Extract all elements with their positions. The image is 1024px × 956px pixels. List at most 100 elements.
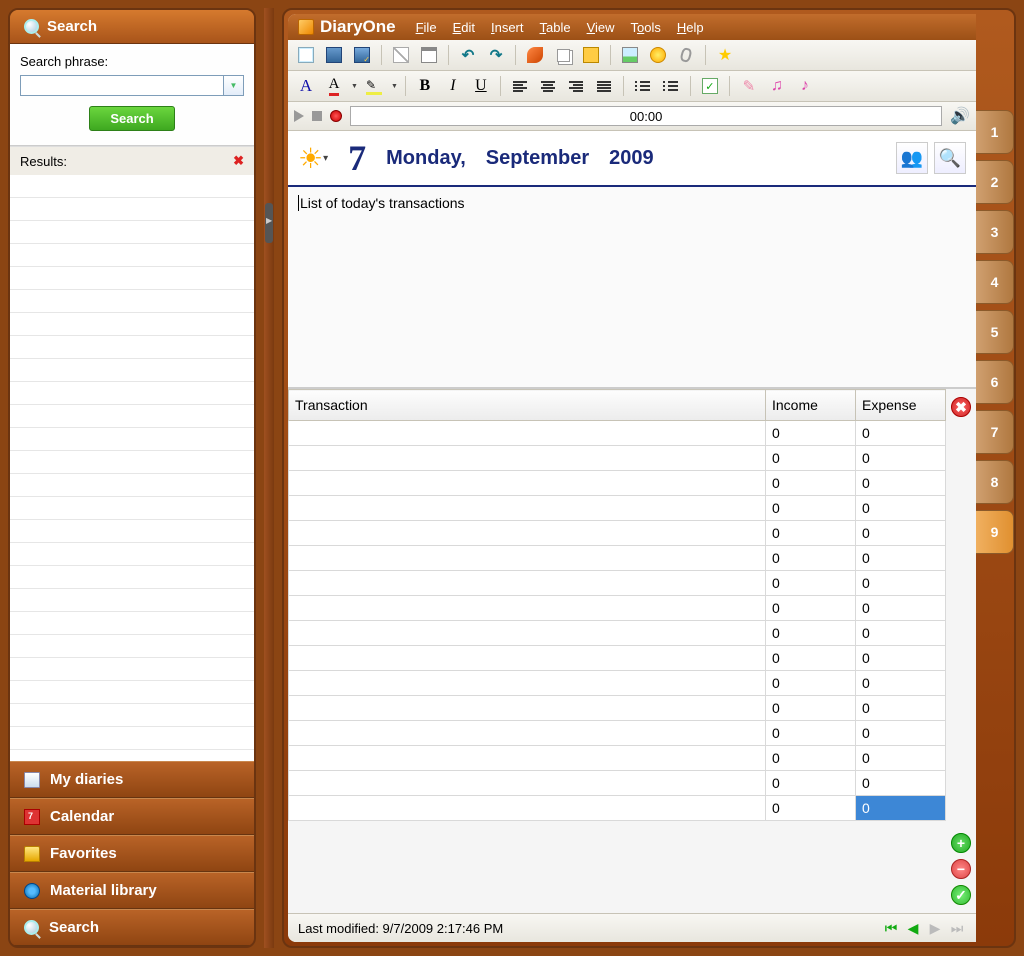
sidebar-item-material[interactable]: Material library: [10, 872, 254, 909]
cell-expense[interactable]: 0: [856, 646, 946, 671]
tab-9[interactable]: 9: [976, 510, 1014, 554]
search-button[interactable]: Search: [89, 106, 174, 131]
table-row[interactable]: 00: [289, 471, 946, 496]
audio-timeline[interactable]: 00:00: [350, 106, 942, 126]
sidebar-item-calendar[interactable]: Calendar: [10, 798, 254, 835]
number-list-button[interactable]: [659, 74, 683, 98]
confirm-button[interactable]: ✓: [951, 885, 971, 905]
cell-transaction[interactable]: [289, 621, 766, 646]
save-button[interactable]: [322, 43, 346, 67]
prev-button[interactable]: ◀: [904, 919, 922, 937]
table-row[interactable]: 00: [289, 746, 946, 771]
highlight-button[interactable]: [362, 74, 386, 98]
table-row[interactable]: 00: [289, 571, 946, 596]
cell-income[interactable]: 0: [766, 796, 856, 821]
image-button[interactable]: [618, 43, 642, 67]
cell-income[interactable]: 0: [766, 596, 856, 621]
cell-income[interactable]: 0: [766, 471, 856, 496]
tab-8[interactable]: 8: [976, 460, 1014, 504]
align-justify-button[interactable]: [592, 74, 616, 98]
print-button[interactable]: [417, 43, 441, 67]
col-income[interactable]: Income: [766, 390, 856, 421]
cell-transaction[interactable]: [289, 646, 766, 671]
editor[interactable]: List of today's transactions: [288, 187, 976, 387]
undo-button[interactable]: ↶: [456, 43, 480, 67]
table-row[interactable]: 00: [289, 596, 946, 621]
play-button[interactable]: [294, 110, 304, 122]
clear-results-button[interactable]: ✖: [233, 153, 244, 169]
cell-expense[interactable]: 0: [856, 721, 946, 746]
find-button[interactable]: 🔍: [934, 142, 966, 174]
col-transaction[interactable]: Transaction: [289, 390, 766, 421]
tab-7[interactable]: 7: [976, 410, 1014, 454]
stop-button[interactable]: [312, 111, 322, 121]
cell-income[interactable]: 0: [766, 496, 856, 521]
cell-expense[interactable]: 0: [856, 571, 946, 596]
tab-3[interactable]: 3: [976, 210, 1014, 254]
table-row[interactable]: 00: [289, 621, 946, 646]
cell-income[interactable]: 0: [766, 621, 856, 646]
font-color-button[interactable]: A: [322, 74, 346, 98]
tab-4[interactable]: 4: [976, 260, 1014, 304]
underline-button[interactable]: U: [469, 74, 493, 98]
chevron-down-icon[interactable]: ▼: [351, 83, 358, 90]
delete-button[interactable]: ✖: [951, 397, 971, 417]
copy-button[interactable]: [551, 43, 575, 67]
edit-button[interactable]: ✎: [737, 74, 761, 98]
table-row[interactable]: 00: [289, 446, 946, 471]
cell-transaction[interactable]: [289, 596, 766, 621]
tab-2[interactable]: 2: [976, 160, 1014, 204]
table-row[interactable]: 00: [289, 521, 946, 546]
splitter[interactable]: ▶: [264, 8, 274, 948]
table-row[interactable]: 00: [289, 796, 946, 821]
menu-tools[interactable]: Tools: [631, 20, 661, 35]
bold-button[interactable]: B: [413, 74, 437, 98]
cell-expense[interactable]: 0: [856, 496, 946, 521]
cell-income[interactable]: 0: [766, 671, 856, 696]
cell-expense[interactable]: 0: [856, 596, 946, 621]
emoji-button[interactable]: [646, 43, 670, 67]
chevron-down-icon[interactable]: ▼: [391, 83, 398, 90]
redo-button[interactable]: ↷: [484, 43, 508, 67]
font-button[interactable]: A: [294, 74, 318, 98]
cell-expense[interactable]: 0: [856, 671, 946, 696]
table-row[interactable]: 00: [289, 696, 946, 721]
saveas-button[interactable]: [350, 43, 374, 67]
cell-expense[interactable]: 0: [856, 696, 946, 721]
tab-1[interactable]: 1: [976, 110, 1014, 154]
favorite-button[interactable]: ★: [713, 43, 737, 67]
cell-transaction[interactable]: [289, 496, 766, 521]
cell-expense[interactable]: 0: [856, 446, 946, 471]
cell-income[interactable]: 0: [766, 521, 856, 546]
search-dropdown-button[interactable]: ▼: [224, 75, 244, 96]
cell-income[interactable]: 0: [766, 446, 856, 471]
people-button[interactable]: 👥: [896, 142, 928, 174]
menu-edit[interactable]: Edit: [453, 20, 475, 35]
cell-income[interactable]: 0: [766, 746, 856, 771]
checkbox-button[interactable]: ✓: [698, 74, 722, 98]
tab-6[interactable]: 6: [976, 360, 1014, 404]
cell-transaction[interactable]: [289, 471, 766, 496]
music-button[interactable]: ♫: [765, 74, 789, 98]
cell-transaction[interactable]: [289, 546, 766, 571]
col-expense[interactable]: Expense: [856, 390, 946, 421]
speaker-icon[interactable]: 🔊: [950, 106, 970, 126]
music2-button[interactable]: ♪: [793, 74, 817, 98]
preview-button[interactable]: [389, 43, 413, 67]
transaction-table[interactable]: Transaction Income Expense 0000000000000…: [288, 389, 946, 821]
cell-transaction[interactable]: [289, 671, 766, 696]
search-input[interactable]: [20, 75, 224, 96]
cell-expense[interactable]: 0: [856, 421, 946, 446]
sidebar-item-search[interactable]: Search: [10, 909, 254, 946]
menu-insert[interactable]: Insert: [491, 20, 524, 35]
next-button[interactable]: ▶: [926, 919, 944, 937]
cell-transaction[interactable]: [289, 521, 766, 546]
cell-transaction[interactable]: [289, 746, 766, 771]
cell-expense[interactable]: 0: [856, 521, 946, 546]
align-left-button[interactable]: [508, 74, 532, 98]
cell-expense[interactable]: 0: [856, 771, 946, 796]
add-row-button[interactable]: +: [951, 833, 971, 853]
cell-expense[interactable]: 0: [856, 621, 946, 646]
sidebar-item-mydiaries[interactable]: My diaries: [10, 761, 254, 798]
cell-income[interactable]: 0: [766, 421, 856, 446]
